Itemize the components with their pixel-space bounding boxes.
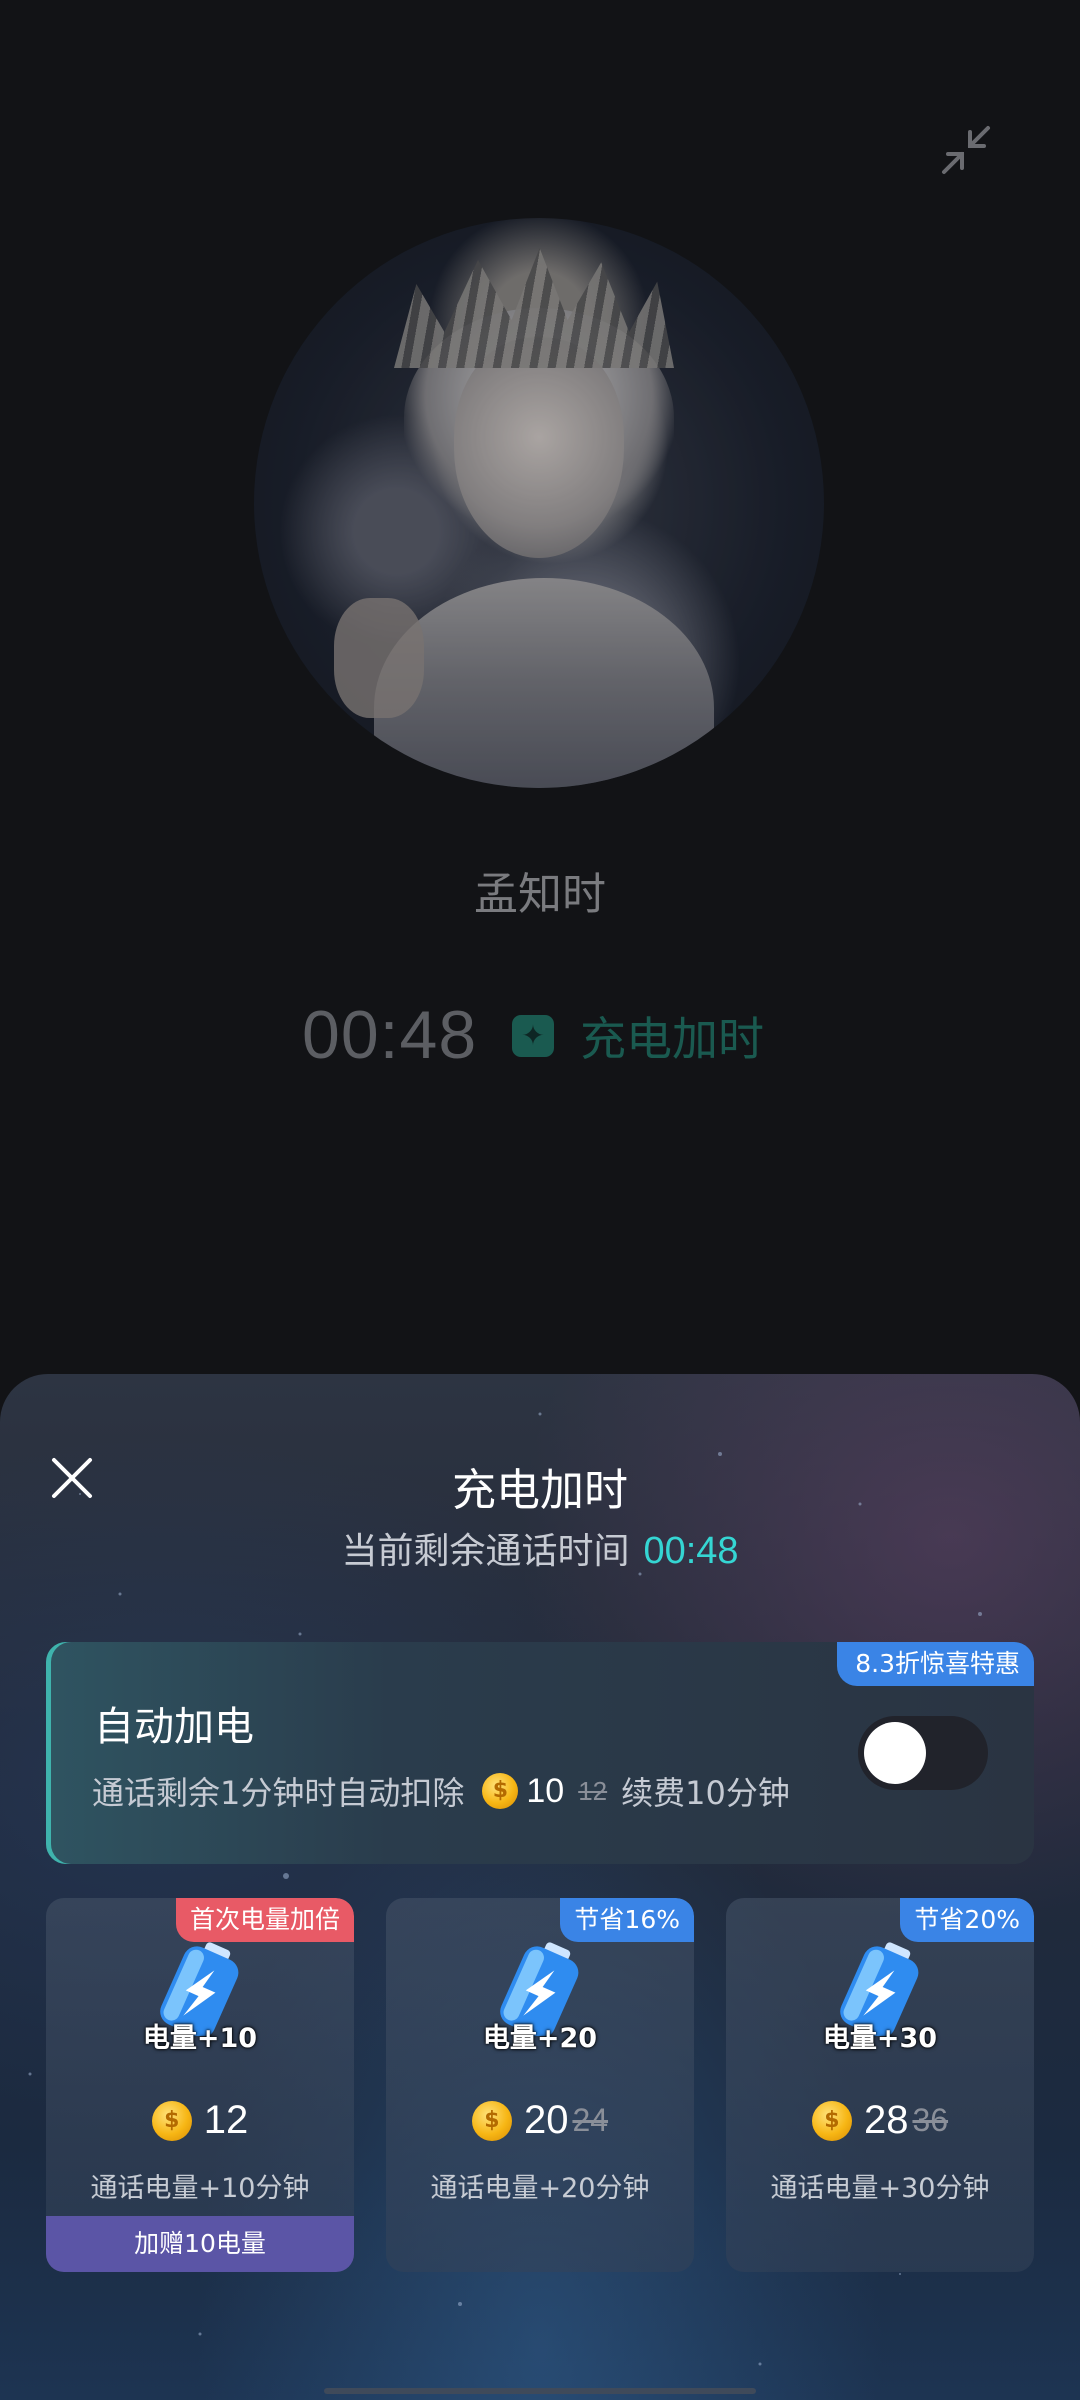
package-bonus: 加赠10电量 [46, 2216, 354, 2272]
package-amount: 电量+30 [822, 2023, 938, 2054]
coin-icon: $ [151, 2100, 192, 2141]
package-desc: 通话电量+20分钟 [430, 2173, 650, 2204]
package-card[interactable]: 节省16% 电量+20 $ 20 24 通话电量+20分钟 [386, 1898, 694, 2272]
package-price-row: $ 12 [46, 2098, 354, 2143]
auto-desc-suffix: 续费10分钟 [621, 1774, 790, 1812]
charge-time-label: 充电加时 [580, 1012, 764, 1066]
auto-recharge-toggle[interactable] [858, 1716, 988, 1790]
remaining-label: 当前剩余通话时间 [341, 1531, 630, 1572]
package-desc: 通话电量+30分钟 [770, 2173, 990, 2204]
package-card[interactable]: 节省20% 电量+30 $ 28 36 通话电量+30分钟 [726, 1898, 1034, 2272]
auto-recharge-title: 自动加电 [94, 1704, 254, 1750]
package-list: 首次电量加倍 电量+10 $ 12 通话电量+10分钟 加赠10电量 节省16%… [46, 1898, 1034, 2274]
caller-avatar [254, 218, 824, 788]
package-card[interactable]: 首次电量加倍 电量+10 $ 12 通话电量+10分钟 加赠10电量 [46, 1898, 354, 2272]
package-amount: 电量+20 [482, 2023, 598, 2054]
package-price: 12 [203, 2098, 249, 2142]
package-original-price: 36 [912, 2102, 949, 2138]
package-original-price: 24 [572, 2102, 609, 2138]
auto-recharge-card: 8.3折惊喜特惠 自动加电 通话剩余1分钟时自动扣除 $ 10 12 续费10分… [46, 1642, 1034, 1864]
package-badge: 首次电量加倍 [175, 1898, 354, 1942]
minimize-icon[interactable] [936, 120, 996, 180]
package-price-row: $ 28 36 [726, 2098, 1034, 2143]
package-price: 28 [863, 2098, 909, 2142]
home-indicator[interactable] [324, 2388, 756, 2394]
coin-icon: $ [482, 1773, 519, 1809]
auto-price: 10 [526, 1771, 565, 1810]
auto-recharge-desc: 通话剩余1分钟时自动扣除 $ 10 12 续费10分钟 [92, 1768, 790, 1814]
toggle-knob [864, 1722, 926, 1784]
coin-icon: $ [471, 2100, 512, 2141]
package-price: 20 [523, 2098, 569, 2142]
auto-desc-prefix: 通话剩余1分钟时自动扣除 [92, 1774, 465, 1812]
caller-name: 孟知时 [474, 869, 606, 920]
remaining-time-row: 当前剩余通话时间 00:48 [0, 1522, 1080, 1574]
sheet-title: 充电加时 [452, 1465, 628, 1516]
sparkle-icon [512, 1015, 554, 1057]
charge-sheet: 充电加时 当前剩余通话时间 00:48 8.3折惊喜特惠 自动加电 通话剩余1分钟… [0, 1374, 1080, 2400]
discount-badge: 8.3折惊喜特惠 [837, 1642, 1034, 1686]
call-screen: 孟知时 00:48 充电加时 [0, 0, 1080, 1380]
package-amount: 电量+10 [142, 2023, 258, 2054]
coin-icon: $ [811, 2100, 852, 2141]
package-desc: 通话电量+10分钟 [90, 2173, 310, 2204]
call-timer: 00:48 [302, 997, 478, 1073]
package-price-row: $ 20 24 [386, 2098, 694, 2143]
charge-time-link[interactable]: 充电加时 [512, 1008, 764, 1066]
package-badge: 节省16% [560, 1898, 694, 1942]
package-badge: 节省20% [900, 1898, 1034, 1942]
remaining-time: 00:48 [643, 1530, 739, 1572]
auto-original-price: 12 [578, 1775, 608, 1806]
